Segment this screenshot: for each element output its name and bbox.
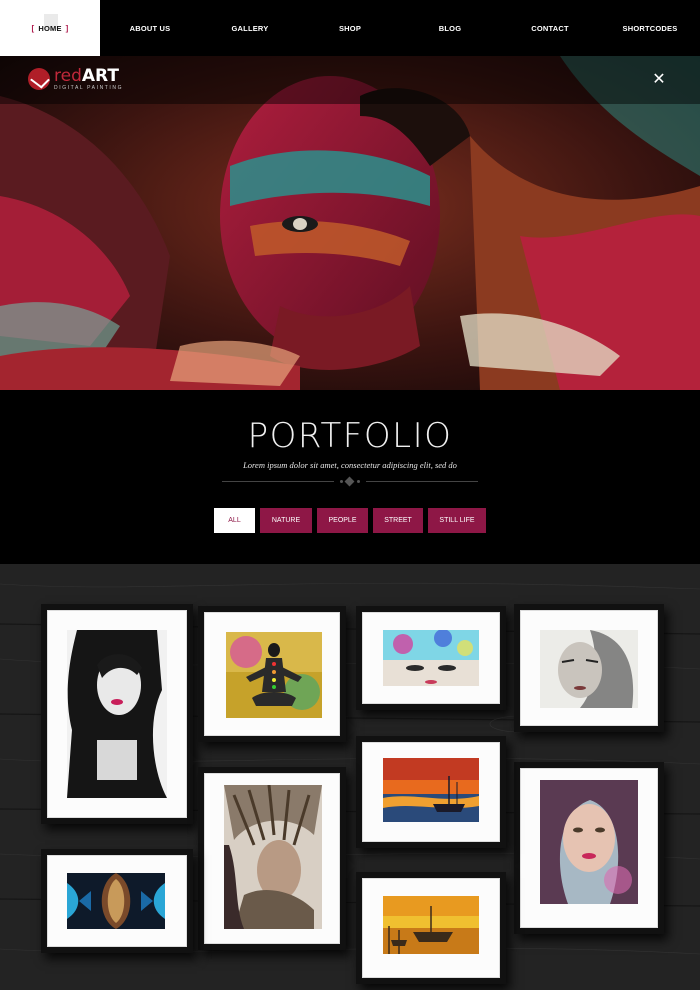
section-divider xyxy=(222,476,478,487)
filter-people[interactable]: PEOPLE xyxy=(317,508,368,533)
gallery-image-meditation xyxy=(226,632,322,718)
gallery-image-boats-yellow xyxy=(383,896,479,954)
divider-dot xyxy=(340,480,343,483)
nav-contact[interactable]: CONTACT xyxy=(500,0,600,56)
gallery-item[interactable] xyxy=(356,872,506,984)
nav-home-label: HOME xyxy=(38,23,62,33)
nav-about-us[interactable]: ABOUT US xyxy=(100,0,200,56)
close-icon[interactable]: ✕ xyxy=(650,70,668,88)
nav-home[interactable]: [ HOME ] xyxy=(0,0,100,56)
gallery-item[interactable] xyxy=(198,606,346,742)
portfolio-section: PORTFOLIO Lorem ipsum dolor sit amet, co… xyxy=(0,390,700,564)
gallery-image-woman-sketch xyxy=(540,630,638,708)
site-logo[interactable]: redART DIGITAL PAINTING xyxy=(28,64,123,94)
gallery-image-abstract xyxy=(67,873,165,929)
gallery-item[interactable] xyxy=(41,849,193,953)
gallery-wall xyxy=(0,564,700,990)
logo-title: redART xyxy=(54,65,123,86)
nav-blog[interactable]: BLOG xyxy=(400,0,500,56)
gallery-item[interactable] xyxy=(514,762,664,934)
filter-still-life[interactable]: STILL LIFE xyxy=(428,508,486,533)
gallery-item[interactable] xyxy=(41,604,193,824)
divider-line-left xyxy=(222,481,334,482)
hero-image xyxy=(0,56,700,390)
gallery-item[interactable] xyxy=(356,606,506,710)
filter-street[interactable]: STREET xyxy=(373,508,423,533)
logo-heart-icon xyxy=(28,68,50,90)
logo-wordmark: redART DIGITAL PAINTING xyxy=(54,65,124,91)
logo-red: red xyxy=(54,65,82,86)
nav-shop[interactable]: SHOP xyxy=(300,0,400,56)
gallery-image-eyes-flowers xyxy=(383,630,479,686)
hero-banner: redART DIGITAL PAINTING ✕ xyxy=(0,56,700,390)
divider-dot xyxy=(357,480,360,483)
top-navigation: [ HOME ] ABOUT US GALLERY SHOP BLOG CONT… xyxy=(0,0,700,56)
bracket-right: ] xyxy=(65,23,69,33)
divider-line-right xyxy=(366,481,478,482)
gallery-image-sailboat-sunset xyxy=(383,758,479,822)
nav-shortcodes[interactable]: SHORTCODES xyxy=(600,0,700,56)
filter-all[interactable]: ALL xyxy=(214,508,255,533)
gallery-item[interactable] xyxy=(514,604,664,732)
divider-diamond-icon xyxy=(344,476,355,487)
portfolio-title: PORTFOLIO xyxy=(247,416,453,456)
portfolio-filters: ALL NATURE PEOPLE STREET STILL LIFE xyxy=(214,508,486,533)
bracket-left: [ xyxy=(31,23,35,33)
nav-gallery[interactable]: GALLERY xyxy=(200,0,300,56)
portfolio-subtitle: Lorem ipsum dolor sit amet, consectetur … xyxy=(243,460,457,470)
filter-nature[interactable]: NATURE xyxy=(260,508,312,533)
logo-art: ART xyxy=(81,65,119,86)
gallery-image-headdress xyxy=(224,785,322,929)
logo-tagline: DIGITAL PAINTING xyxy=(54,84,124,91)
gallery-image-woman-bw xyxy=(67,630,167,798)
gallery-image-woman-pink xyxy=(540,780,638,904)
gallery-item[interactable] xyxy=(356,736,506,848)
gallery-item[interactable] xyxy=(198,767,346,950)
